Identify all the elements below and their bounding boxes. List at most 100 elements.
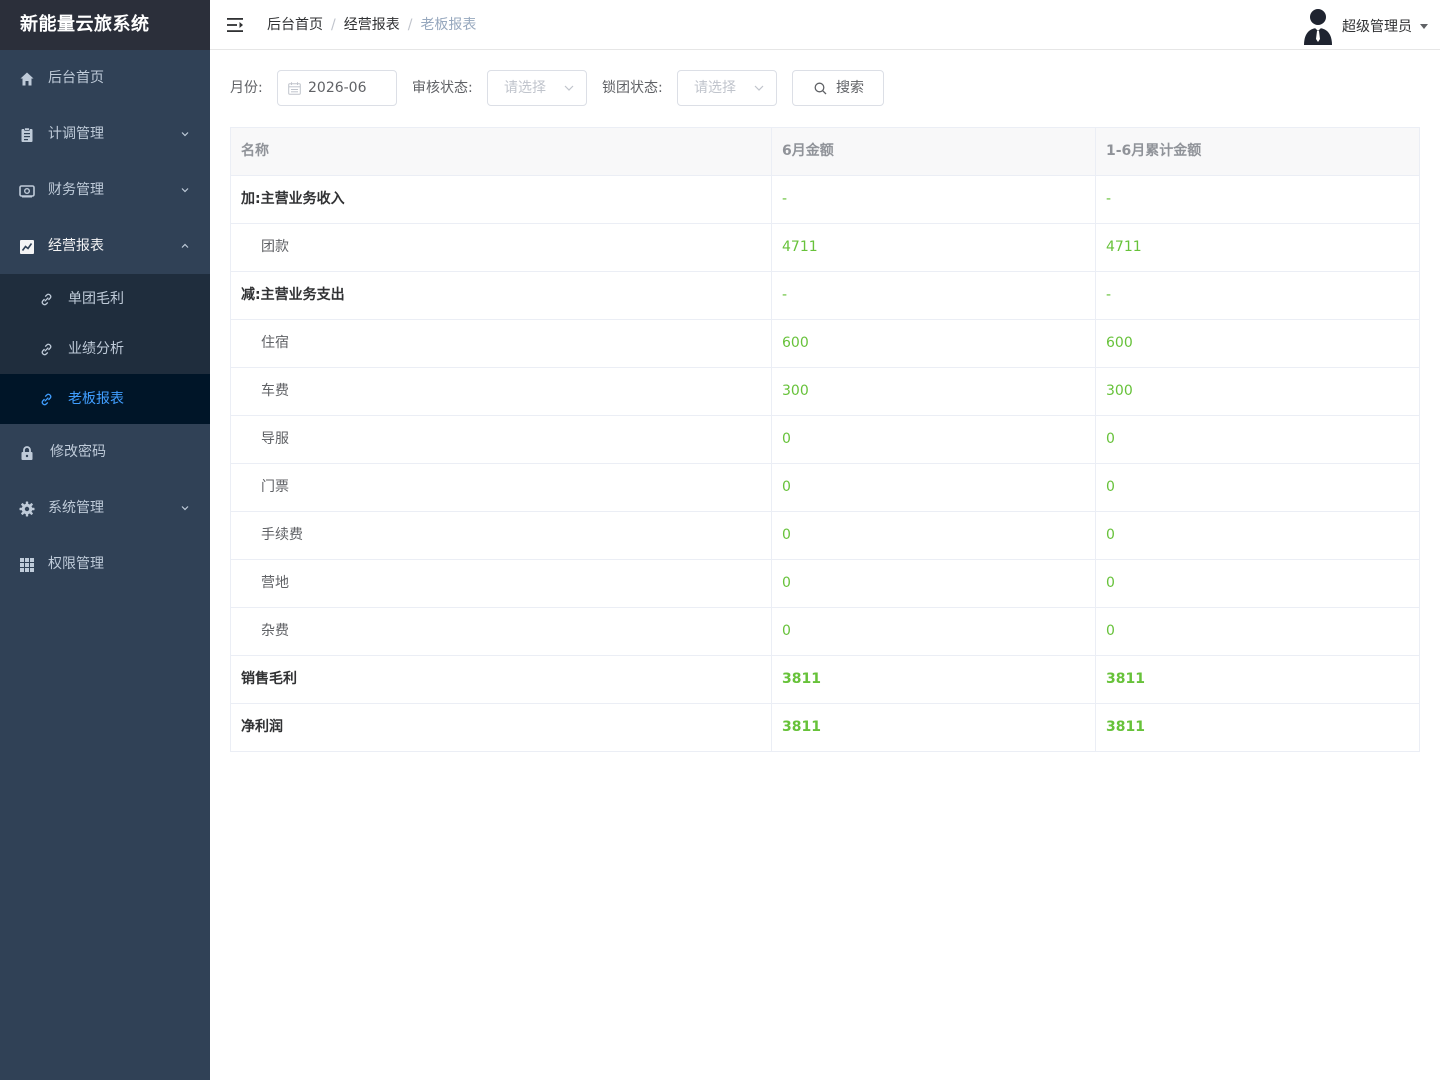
sidebar-item-label: 系统管理 xyxy=(48,500,104,516)
row-name: 销售毛利 xyxy=(231,656,772,703)
sidebar-item-finance[interactable]: 财务管理 xyxy=(0,162,210,218)
breadcrumb-home[interactable]: 后台首页 xyxy=(267,17,323,33)
sidebar-item-change-password[interactable]: 修改密码 xyxy=(0,424,210,480)
breadcrumb-reports[interactable]: 经营报表 xyxy=(344,17,400,33)
row-name: 导服 xyxy=(231,416,772,463)
table-row: 手续费 0 0 xyxy=(231,512,1419,560)
row-month-amount: 0 xyxy=(772,608,1096,655)
month-value: 2026-06 xyxy=(308,80,367,96)
row-ytd-amount: 300 xyxy=(1106,383,1133,399)
row-name: 杂费 xyxy=(231,608,772,655)
search-button[interactable]: 搜索 xyxy=(792,70,884,106)
sidebar-item-planning[interactable]: 计调管理 xyxy=(0,106,210,162)
sidebar-item-permissions[interactable]: 权限管理 xyxy=(0,536,210,592)
table-header: 名称 6月金额 1-6月累计金额 xyxy=(231,128,1419,176)
row-ytd-amount: 0 xyxy=(1106,431,1115,447)
sidebar-item-label: 老板报表 xyxy=(68,391,124,407)
row-month-amount: 0 xyxy=(772,416,1096,463)
row-ytd-amount: 0 xyxy=(1106,527,1115,543)
breadcrumb-current: 老板报表 xyxy=(420,17,477,33)
chevron-up-icon xyxy=(181,243,189,248)
sidebar-item-performance[interactable]: 业绩分析 xyxy=(0,324,210,374)
row-month-amount: 0 xyxy=(772,464,1096,511)
breadcrumb-separator: / xyxy=(407,17,413,33)
table-row: 车费 300 300 xyxy=(231,368,1419,416)
sidebar-item-label: 权限管理 xyxy=(48,556,104,572)
row-month-amount: - xyxy=(772,176,1096,223)
row-name: 团款 xyxy=(231,224,772,271)
sidebar-item-system[interactable]: 系统管理 xyxy=(0,480,210,536)
top-navbar: 后台首页 / 经营报表 / 老板报表 超级管理员 xyxy=(210,0,1440,50)
link-icon xyxy=(41,343,52,356)
sidebar-item-reports[interactable]: 经营报表 xyxy=(0,218,210,274)
row-month-amount: 0 xyxy=(772,512,1096,559)
row-name: 门票 xyxy=(231,464,772,511)
row-month-amount: 3811 xyxy=(772,704,1096,751)
row-ytd-amount: - xyxy=(1106,191,1112,207)
chevron-down-icon xyxy=(181,132,189,137)
home-icon xyxy=(20,72,34,86)
sidebar: 新能量云旅系统 后台首页 计调管理 财务管理 经营报表 单团毛利 业绩分析 老板… xyxy=(0,0,210,1080)
row-ytd-amount: - xyxy=(1106,287,1112,303)
link-icon xyxy=(41,293,52,306)
sidebar-item-label: 业绩分析 xyxy=(68,341,124,357)
row-month-amount: 600 xyxy=(772,320,1096,367)
row-name: 加:主营业务收入 xyxy=(231,176,772,223)
row-ytd-amount: 4711 xyxy=(1106,239,1142,255)
row-month-amount: 3811 xyxy=(772,656,1096,703)
month-label: 月份: xyxy=(230,80,263,96)
chevron-down-icon xyxy=(181,188,189,193)
avatar xyxy=(1304,9,1332,45)
column-header-name: 名称 xyxy=(231,128,772,175)
row-ytd-amount: 0 xyxy=(1106,575,1115,591)
audit-status-placeholder: 请选择 xyxy=(504,80,546,96)
month-picker[interactable]: 2026-06 xyxy=(277,70,397,106)
sidebar-item-label: 修改密码 xyxy=(50,444,106,460)
row-ytd-amount: 0 xyxy=(1106,479,1115,495)
row-month-amount: 4711 xyxy=(772,224,1096,271)
user-menu[interactable]: 超级管理员 xyxy=(1302,6,1428,46)
search-button-label: 搜索 xyxy=(836,80,864,96)
table-row: 销售毛利 3811 3811 xyxy=(231,656,1419,704)
chevron-down-icon xyxy=(181,506,189,511)
row-name: 净利润 xyxy=(231,704,772,751)
audit-status-label: 审核状态: xyxy=(412,80,473,96)
table-row: 杂费 0 0 xyxy=(231,608,1419,656)
breadcrumb: 后台首页 / 经营报表 / 老板报表 xyxy=(267,0,476,50)
table-row: 减:主营业务支出 - - xyxy=(231,272,1419,320)
reports-submenu: 单团毛利 业绩分析 老板报表 xyxy=(0,274,210,424)
app-title: 新能量云旅系统 xyxy=(0,0,210,50)
clipboard-icon xyxy=(21,127,33,142)
breadcrumb-separator: / xyxy=(331,17,336,33)
row-name: 车费 xyxy=(231,368,772,415)
lock-icon xyxy=(21,446,33,460)
sidebar-item-boss-report[interactable]: 老板报表 xyxy=(0,374,210,424)
grid-icon xyxy=(20,558,34,572)
row-name: 手续费 xyxy=(231,512,772,559)
sidebar-item-home[interactable]: 后台首页 xyxy=(0,50,210,106)
chevron-down-icon xyxy=(754,85,764,91)
row-month-amount: - xyxy=(772,272,1096,319)
sidebar-item-label: 计调管理 xyxy=(48,126,104,142)
row-name: 营地 xyxy=(231,560,772,607)
sidebar-item-label: 后台首页 xyxy=(48,70,104,86)
lock-status-label: 锁团状态: xyxy=(602,80,663,96)
menu-toggle-icon[interactable] xyxy=(226,16,244,34)
lock-status-select[interactable]: 请选择 xyxy=(677,70,777,106)
search-icon xyxy=(814,82,827,95)
chart-icon xyxy=(20,240,34,254)
row-ytd-amount: 600 xyxy=(1106,335,1133,351)
lock-status-placeholder: 请选择 xyxy=(694,80,736,96)
link-icon xyxy=(41,393,52,406)
audit-status-select[interactable]: 请选择 xyxy=(487,70,587,106)
row-name: 住宿 xyxy=(231,320,772,367)
user-name: 超级管理员 xyxy=(1342,19,1412,35)
column-header-ytd: 1-6月累计金额 xyxy=(1106,143,1202,159)
sidebar-item-group-profit[interactable]: 单团毛利 xyxy=(0,274,210,324)
row-month-amount: 300 xyxy=(772,368,1096,415)
row-ytd-amount: 3811 xyxy=(1106,671,1145,687)
table-row: 加:主营业务收入 - - xyxy=(231,176,1419,224)
table-row: 住宿 600 600 xyxy=(231,320,1419,368)
filter-bar: 月份: 2026-06 审核状态: 请选择 锁团状态: 请选择 搜索 xyxy=(230,70,1420,106)
gear-icon xyxy=(19,501,35,517)
